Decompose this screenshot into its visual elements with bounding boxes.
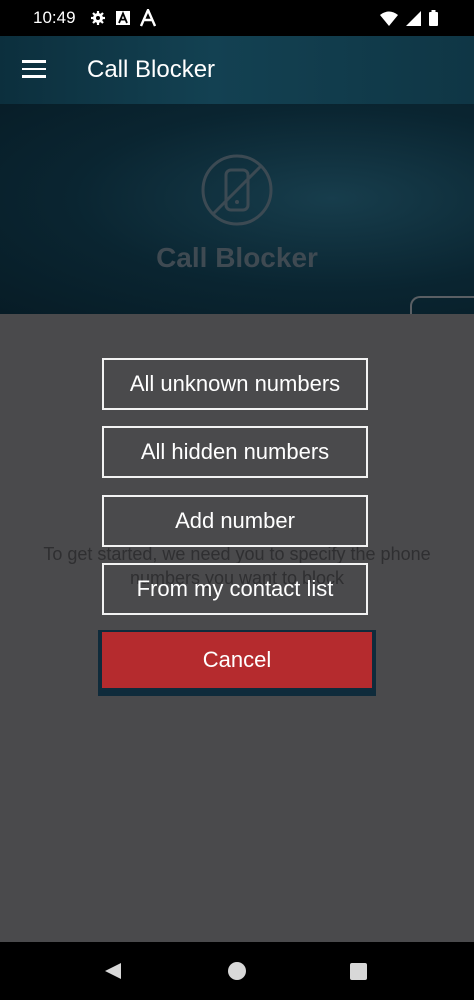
all-hidden-numbers-button[interactable]: All hidden numbers <box>102 426 368 478</box>
all-unknown-numbers-button[interactable]: All unknown numbers <box>102 358 368 410</box>
recents-icon[interactable] <box>350 963 367 980</box>
home-icon[interactable] <box>228 962 246 980</box>
app-bar-title: Call Blocker <box>87 56 216 83</box>
status-time: 10:49 <box>33 8 76 27</box>
status-left-icons <box>90 9 156 27</box>
a-letter-icon <box>140 9 156 27</box>
wifi-icon <box>380 11 398 26</box>
battery-icon <box>429 10 438 26</box>
settings-icon <box>91 11 105 25</box>
navigation-bar <box>0 942 474 1000</box>
back-icon[interactable] <box>104 962 122 980</box>
status-bar: 10:49 <box>0 0 474 36</box>
from-contact-list-button[interactable]: From my contact list <box>102 563 368 615</box>
signal-icon <box>406 10 421 26</box>
cancel-button-container: Cancel <box>98 630 376 696</box>
add-number-button[interactable]: Add number <box>102 495 368 547</box>
a-badge-icon <box>116 11 130 25</box>
app-bar: Call Blocker <box>0 36 474 104</box>
cancel-button[interactable]: Cancel <box>102 632 372 688</box>
status-right-icons <box>380 10 438 26</box>
hero-title: Call Blocker <box>156 242 318 273</box>
menu-icon[interactable] <box>22 60 46 80</box>
blocked-phone-icon <box>201 154 273 226</box>
hero-banner: Call Blocker <box>0 104 474 318</box>
